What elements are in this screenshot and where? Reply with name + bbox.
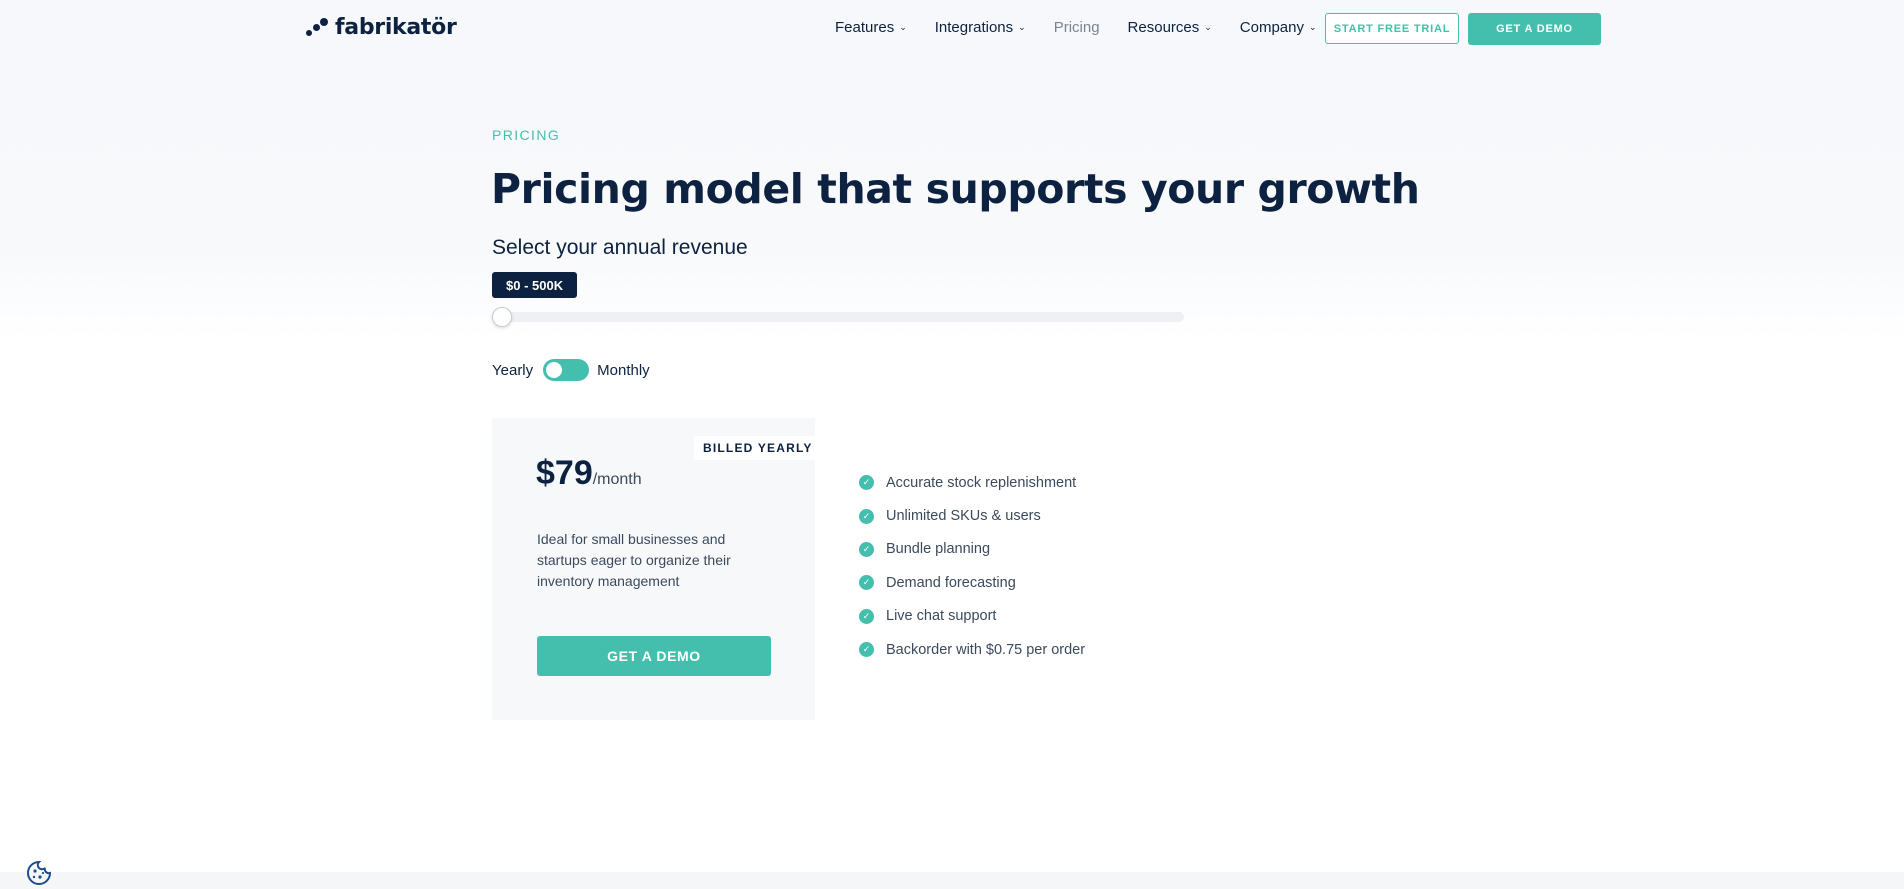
chevron-down-icon: ⌄ [1018, 22, 1026, 32]
plan-description: Ideal for small businesses and startups … [537, 531, 731, 589]
list-item: ✓ Unlimited SKUs & users [859, 499, 1085, 532]
list-item: ✓ Bundle planning [859, 533, 1085, 566]
feature-label: Accurate stock replenishment [886, 474, 1077, 491]
nav-item-label: Company [1239, 19, 1304, 36]
monthly-label[interactable]: Monthly [597, 362, 650, 379]
revenue-value-badge: $0 - 500K [492, 272, 578, 298]
chevron-down-icon: ⌄ [899, 22, 907, 32]
check-circle-icon: ✓ [859, 541, 874, 557]
nav-item-label: Integrations [934, 19, 1014, 36]
billing-toggle-row: Yearly Monthly [492, 359, 650, 381]
brand-logo[interactable]: fabrikatör [305, 15, 457, 40]
nav-get-demo-button[interactable]: GET A DEMO [1468, 13, 1601, 45]
feature-label: Demand forecasting [886, 574, 1016, 591]
top-nav: fabrikatör Features ⌄ Integrations ⌄ Pri… [0, 0, 1904, 58]
price-amount: $79 [536, 454, 593, 492]
feature-label: Bundle planning [886, 541, 991, 558]
revenue-label: Select your annual revenue [492, 236, 748, 259]
page-title: Pricing model that supports your growth [491, 165, 1420, 213]
check-circle-icon: ✓ [859, 642, 874, 658]
toggle-knob [546, 362, 563, 378]
chevron-down-icon: ⌄ [1204, 22, 1212, 32]
list-item: ✓ Backorder with $0.75 per order [859, 633, 1085, 666]
yearly-label[interactable]: Yearly [492, 362, 533, 379]
section-eyebrow: PRICING [492, 127, 561, 143]
nav-item-integrations[interactable]: Integrations ⌄ [935, 19, 1026, 36]
brand-name: fabrikatör [335, 15, 457, 40]
nav-links: Features ⌄ Integrations ⌄ Pricing Resour… [835, 19, 1345, 36]
logo-dots-icon [305, 17, 329, 39]
nav-item-company[interactable]: Company ⌄ [1240, 19, 1317, 36]
billing-badge: BILLED YEARLY [694, 436, 822, 460]
chevron-down-icon: ⌄ [1309, 22, 1317, 32]
start-free-trial-button[interactable]: START FREE TRIAL [1325, 13, 1459, 44]
check-circle-icon: ✓ [859, 475, 874, 491]
check-circle-icon: ✓ [859, 575, 874, 591]
feature-label: Unlimited SKUs & users [886, 508, 1041, 525]
card-get-demo-button[interactable]: GET A DEMO [537, 636, 771, 676]
list-item: ✓ Live chat support [859, 600, 1085, 633]
cookie-settings-icon[interactable] [26, 860, 52, 886]
nav-item-label: Pricing [1053, 19, 1100, 36]
nav-item-features[interactable]: Features ⌄ [835, 19, 907, 36]
list-item: ✓ Accurate stock replenishment [859, 466, 1085, 499]
price-period: /month [592, 471, 642, 488]
nav-item-pricing[interactable]: Pricing [1054, 19, 1100, 36]
nav-item-label: Resources [1127, 19, 1200, 36]
feature-list: ✓ Accurate stock replenishment ✓ Unlimit… [859, 466, 1085, 666]
feature-label: Live chat support [886, 608, 997, 625]
price: $79 /month [536, 454, 642, 493]
nav-item-label: Features [835, 19, 895, 36]
billing-toggle[interactable] [543, 359, 590, 381]
revenue-slider[interactable] [492, 307, 1184, 327]
list-item: ✓ Demand forecasting [859, 566, 1085, 599]
check-circle-icon: ✓ [859, 508, 874, 524]
feature-label: Backorder with $0.75 per order [886, 641, 1086, 658]
check-circle-icon: ✓ [859, 608, 874, 624]
slider-handle[interactable] [492, 307, 512, 327]
nav-item-resources[interactable]: Resources ⌄ [1128, 19, 1212, 36]
